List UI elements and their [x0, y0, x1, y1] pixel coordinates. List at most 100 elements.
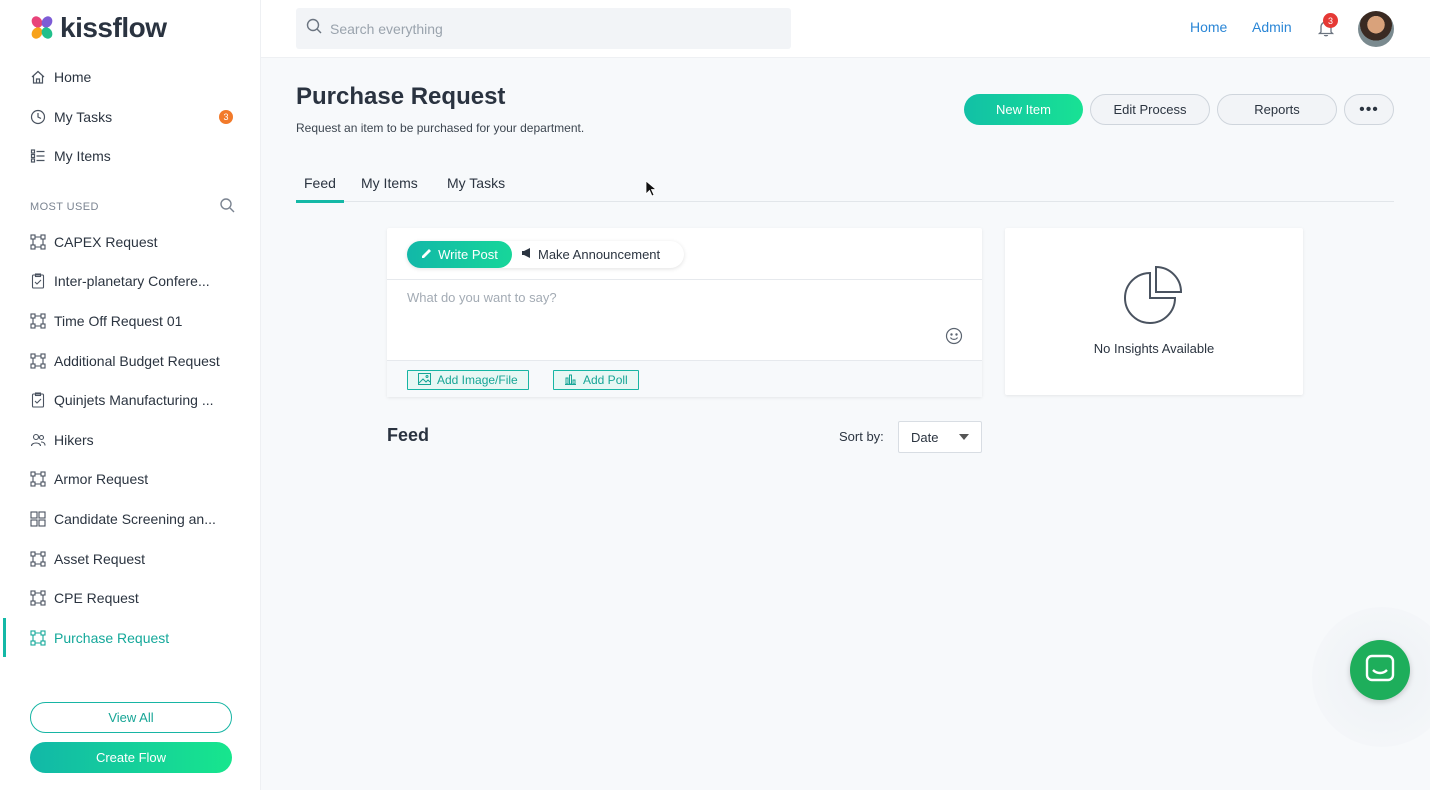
top-bar: Home Admin 3 [261, 0, 1430, 58]
clock-icon [30, 109, 46, 125]
feed-title: Feed [387, 425, 430, 445]
flow-item-label: Armor Request [54, 471, 149, 488]
search-icon[interactable] [219, 197, 235, 216]
insights-panel: No Insights Available [1005, 228, 1303, 395]
nav-item-label: Home [54, 68, 92, 85]
clipboard-icon [30, 273, 46, 289]
flow-item-label: Time Off Request 01 [54, 312, 183, 329]
composer-footer: Add Image/File Add Poll [387, 360, 982, 397]
nav-item-label: My Items [54, 148, 111, 165]
process-icon [30, 590, 46, 606]
flow-item-asset-request[interactable]: Asset Request [0, 539, 260, 579]
nav-item-home[interactable]: Home [0, 57, 260, 97]
pie-chart-icon [1123, 265, 1185, 327]
most-used-header: MOST USED [30, 197, 235, 216]
flow-item-label: Inter-planetary Confere... [54, 273, 210, 290]
composer-tabs: Write Post Make Announcement [387, 228, 982, 280]
write-post-button[interactable]: Write Post [407, 241, 512, 268]
sort-value: Date [911, 429, 939, 445]
flow-item-label: Candidate Screening an... [54, 510, 216, 527]
no-insights-text: No Insights Available [1093, 341, 1215, 356]
poll-icon [564, 373, 577, 388]
post-composer: Write Post Make Announcement Add Image/F… [387, 228, 982, 397]
nav-item-label: My Tasks [54, 108, 113, 125]
post-textarea[interactable] [407, 290, 927, 350]
flow-item-label: Additional Budget Request [54, 352, 220, 369]
avatar[interactable] [1358, 11, 1394, 47]
edit-process-button[interactable]: Edit Process [1090, 94, 1210, 125]
search-icon [306, 18, 322, 39]
process-icon [30, 471, 46, 487]
page-tabs: Feed My Items My Tasks [296, 170, 1394, 203]
home-icon [30, 69, 46, 85]
flow-item-inter-planetary-conference[interactable]: Inter-planetary Confere... [0, 262, 260, 302]
tasks-count-badge: 3 [219, 109, 233, 124]
process-icon [30, 630, 46, 646]
sort-label: Sort by: [839, 429, 884, 444]
section-title: MOST USED [30, 200, 99, 213]
add-image-file-button[interactable]: Add Image/File [407, 370, 529, 390]
flow-item-candidate-screening[interactable]: Candidate Screening an... [0, 499, 260, 539]
tab-feed[interactable]: Feed [296, 175, 344, 203]
flow-item-hikers[interactable]: Hikers [0, 420, 260, 460]
search-input[interactable] [330, 20, 770, 37]
process-icon [30, 234, 46, 250]
grid-icon [30, 511, 46, 527]
list-icon [30, 148, 46, 164]
process-icon [30, 353, 46, 369]
reports-button[interactable]: Reports [1217, 94, 1337, 125]
add-image-file-label: Add Image/File [437, 373, 518, 387]
flow-item-label: Quinjets Manufacturing ... [54, 392, 214, 409]
image-icon [418, 372, 431, 388]
mouse-cursor-icon [645, 180, 658, 198]
tab-my-items[interactable]: My Items [361, 175, 418, 191]
more-options-button[interactable]: ••• [1344, 94, 1394, 125]
kissflow-logo[interactable]: kissflow [30, 12, 167, 43]
flow-item-label: Purchase Request [54, 629, 170, 646]
post-type-toggle: Write Post Make Announcement [407, 241, 684, 268]
flow-item-capex-request[interactable]: CAPEX Request [0, 222, 260, 262]
flow-item-cpe-request[interactable]: CPE Request [0, 578, 260, 618]
make-announcement-label: Make Announcement [538, 247, 661, 262]
caret-down-icon [959, 434, 969, 440]
megaphone-icon [521, 247, 533, 262]
main-nav: Home My Tasks 3 My Items [0, 57, 260, 176]
flow-item-quinjets-manufacturing[interactable]: Quinjets Manufacturing ... [0, 380, 260, 420]
flow-item-armor-request[interactable]: Armor Request [0, 460, 260, 500]
kissflow-logo-icon [30, 15, 54, 41]
flow-item-label: CAPEX Request [54, 233, 158, 250]
flow-item-time-off-request[interactable]: Time Off Request 01 [0, 301, 260, 341]
sort-select[interactable]: Date [898, 421, 982, 453]
add-poll-button[interactable]: Add Poll [553, 370, 639, 390]
page-title: Purchase Request [296, 83, 506, 110]
view-all-button[interactable]: View All [30, 702, 232, 733]
admin-link[interactable]: Admin [1252, 19, 1292, 35]
page-subtitle: Request an item to be purchased for your… [296, 121, 585, 135]
most-used-list: CAPEX Request Inter-planetary Confere...… [0, 222, 260, 658]
add-poll-label: Add Poll [583, 373, 628, 387]
make-announcement-button[interactable]: Make Announcement [521, 241, 660, 268]
emoji-icon[interactable] [945, 327, 963, 345]
global-search [296, 8, 791, 49]
chat-icon [1365, 654, 1395, 687]
flow-item-purchase-request[interactable]: Purchase Request [0, 617, 260, 658]
pencil-icon [421, 247, 433, 262]
process-icon [30, 313, 46, 329]
tab-my-tasks[interactable]: My Tasks [447, 175, 505, 191]
sidebar: kissflow Home My Tasks 3 My Items MOST U… [0, 0, 261, 790]
flow-item-label: Hikers [54, 431, 94, 448]
people-icon [30, 432, 46, 448]
flow-item-label: Asset Request [54, 550, 146, 567]
chat-launcher-button[interactable] [1350, 640, 1410, 700]
home-link[interactable]: Home [1190, 19, 1227, 35]
flow-item-label: CPE Request [54, 590, 139, 607]
flow-item-additional-budget-request[interactable]: Additional Budget Request [0, 341, 260, 381]
clipboard-icon [30, 392, 46, 408]
new-item-button[interactable]: New Item [964, 94, 1083, 125]
create-flow-button[interactable]: Create Flow [30, 742, 232, 773]
write-post-label: Write Post [438, 247, 498, 262]
logo-text: kissflow [60, 12, 167, 43]
nav-item-my-items[interactable]: My Items [0, 136, 260, 176]
process-icon [30, 550, 46, 567]
nav-item-my-tasks[interactable]: My Tasks 3 [0, 97, 260, 137]
